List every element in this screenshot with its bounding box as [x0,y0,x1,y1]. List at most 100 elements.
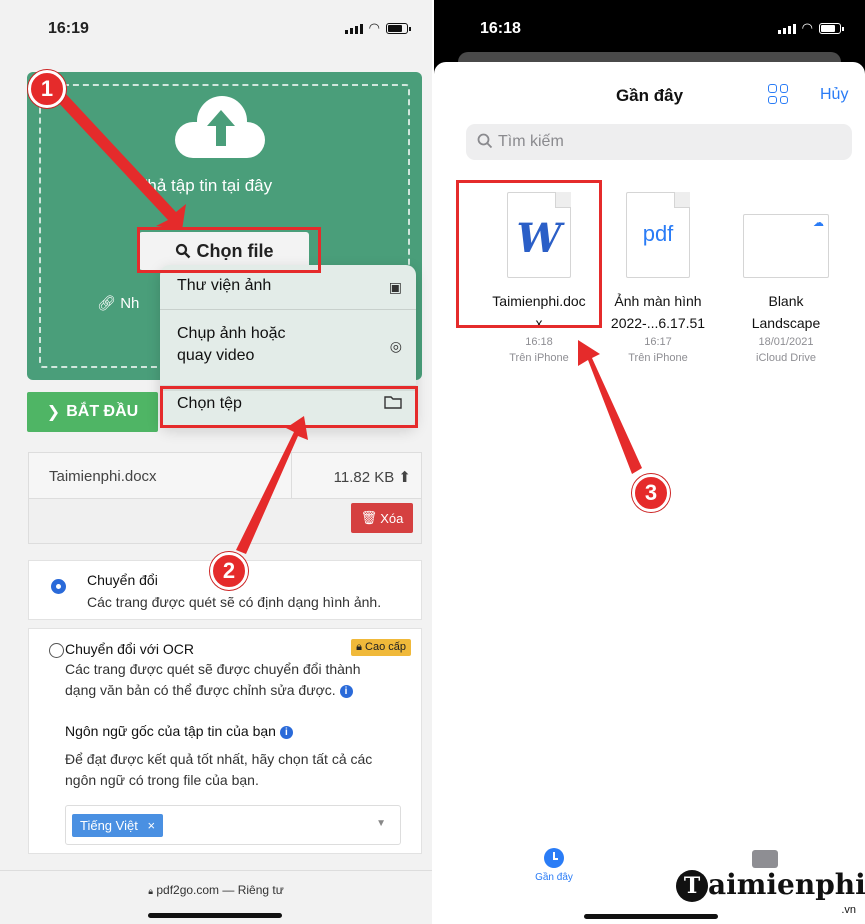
option-ocr-title: Chuyển đổi với OCR [65,641,195,657]
photo-library-label: Thư viện ảnh [177,277,272,294]
status-icons: ◠ [777,20,844,35]
delete-label: Xóa [380,510,404,526]
signal-icon [777,24,796,34]
file-name: Taimienphi.docx [49,468,157,485]
ocr-description-line1: Các trang được quét sẽ được chuyển đổi t… [65,661,361,677]
file-item-pdf[interactable]: pdf Ảnh màn hình 2022-...6.17.51 16:17 T… [598,192,718,366]
language-hint-line1: Để đạt được kết quả tốt nhất, hãy chọn t… [65,751,373,767]
file-row: Taimienphi.docx 11.82 KB ⬆ [29,453,421,499]
logo-suffix: .vn [841,904,856,916]
radio-selected[interactable] [51,579,66,594]
upload-icon: ⬆ [398,469,411,486]
status-time: 16:18 [480,20,521,37]
battery-icon [819,23,844,34]
info-icon[interactable]: i [279,725,293,739]
option-ocr[interactable]: Chuyển đổi với OCR 🔒︎ Cao cấp Các trang … [28,628,422,854]
camera-icon: ◎ [389,338,402,354]
take-photo-label-line1: Chụp ảnh hoặc [177,325,286,342]
take-photo-label-line2: quay video [177,347,255,364]
option-ocr-description: Các trang được quét sẽ được chuyển đổi t… [65,659,361,701]
chevron-right-icon: ❯ [46,404,61,421]
highlight-choose-file [137,227,321,273]
url-text: pdf2go.com — Riêng tư [156,883,284,897]
file-name: Blank Landscape [726,290,846,334]
premium-badge: 🔒︎ Cao cấp [351,639,411,656]
file-time: 16:18 [525,336,553,348]
link-icon: 🔗︎ [97,295,117,312]
logo-text: aimienphi [708,868,865,901]
menu-item-photo-library[interactable]: Thư viện ảnh ▣ [160,277,416,295]
search-input[interactable]: Tìm kiếm [466,124,852,160]
premium-label: Cao cấp [365,641,406,653]
logo-initial: T [676,870,708,902]
remove-tag-icon[interactable]: × [147,818,155,833]
trash-icon: 🗑︎ [360,510,378,525]
language-hint: Để đạt được kết quả tốt nhất, hãy chọn t… [65,749,372,791]
column-divider [291,453,292,499]
file-size-value: 11.82 KB [333,469,395,486]
clock-icon [544,848,564,868]
language-tag-label: Tiếng Việt [80,818,138,833]
menu-divider [160,309,416,310]
file-time: 16:17 [644,336,672,348]
tab-recent[interactable]: Gần đây [529,848,579,883]
file-time: 18/01/2021 [758,336,814,348]
grid-view-icon[interactable] [768,84,788,104]
file-name-line1: Blank [768,293,804,309]
step-badge-2: 2 [210,552,248,590]
wifi-icon: ◠ [368,20,380,35]
sheet-title: Gần đây [615,86,684,105]
status-bar: 16:19 ◠ [0,0,432,60]
landscape-document-icon: ☁︎ [743,214,829,278]
browser-bottom-bar: 🔒︎ pdf2go.com — Riêng tư [0,870,432,924]
highlight-choose-document [160,386,418,428]
lock-icon: 🔒︎ [356,641,362,653]
right-phone-screen: 16:18 ◠ Gần đây Hủy Tìm kiếm W Taimienph… [434,0,865,924]
highlight-word-file [456,180,602,328]
photo-library-icon: ▣ [388,279,402,295]
chevron-down-icon[interactable]: ▼ [376,818,386,829]
wifi-icon: ◠ [801,20,813,35]
battery-icon [386,23,411,34]
status-time: 16:19 [48,20,89,37]
file-location: Trên iPhone [628,352,688,364]
file-size: 11.82 KB ⬆ [334,468,411,486]
url-link-option[interactable]: 🔗︎ Nh [97,294,139,312]
source-language-heading: Ngôn ngữ gốc của tập tin của bạn i [65,723,293,739]
drop-files-text: Thả tập tin tại đây [137,176,273,195]
lock-icon: 🔒︎ [148,886,153,896]
file-name-line2: Landscape [751,315,821,331]
radio-unselected[interactable] [49,643,64,658]
start-button-label: BẮT ĐẦU [66,403,139,420]
url-bar[interactable]: 🔒︎ pdf2go.com — Riêng tư [0,883,432,897]
step-badge-1: 1 [28,70,66,108]
taimienphi-logo: T aimienphi .vn [676,864,865,918]
search-placeholder: Tìm kiếm [498,133,564,150]
file-location: iCloud Drive [756,352,816,364]
file-name-line1: Ảnh màn hình [614,293,702,309]
cloud-upload-icon [175,96,265,158]
file-name: Ảnh màn hình 2022-...6.17.51 [598,290,718,334]
left-phone-screen: 16:19 ◠ Thả tập tin tại đây Chọn file 🔗︎… [0,0,432,924]
search-icon [477,133,493,149]
menu-item-take-photo[interactable]: Chụp ảnh hoặc quay video ◎ [160,323,416,367]
option-convert-description: Các trang được quét sẽ có định dạng hình… [87,594,382,610]
language-select[interactable]: Tiếng Việt × ▼ [65,805,401,845]
language-hint-line2: ngôn ngữ có trong file của bạn. [65,772,259,788]
start-button[interactable]: ❯ BẮT ĐẦU [27,392,158,432]
tab-recent-label: Gần đây [535,872,573,883]
url-link-label: Nh [120,295,140,312]
cancel-button[interactable]: Hủy [820,86,848,104]
delete-file-button[interactable]: 🗑︎ Xóa [351,503,413,533]
pdf-glyph: pdf [642,221,674,246]
info-icon[interactable]: i [339,684,353,698]
source-language-label: Ngôn ngữ gốc của tập tin của bạn [65,723,276,739]
step-badge-3: 3 [632,474,670,512]
uploaded-file-list: Taimienphi.docx 11.82 KB ⬆ 🗑︎ Xóa [28,452,422,544]
option-convert-title: Chuyển đổi [87,572,158,588]
language-tag[interactable]: Tiếng Việt × [72,814,164,837]
signal-icon [344,24,363,34]
file-location: Trên iPhone [509,352,569,364]
status-icons: ◠ [344,20,411,35]
file-item-blank-landscape[interactable]: ☁︎ Blank Landscape 18/01/2021 iCloud Dri… [726,192,846,366]
